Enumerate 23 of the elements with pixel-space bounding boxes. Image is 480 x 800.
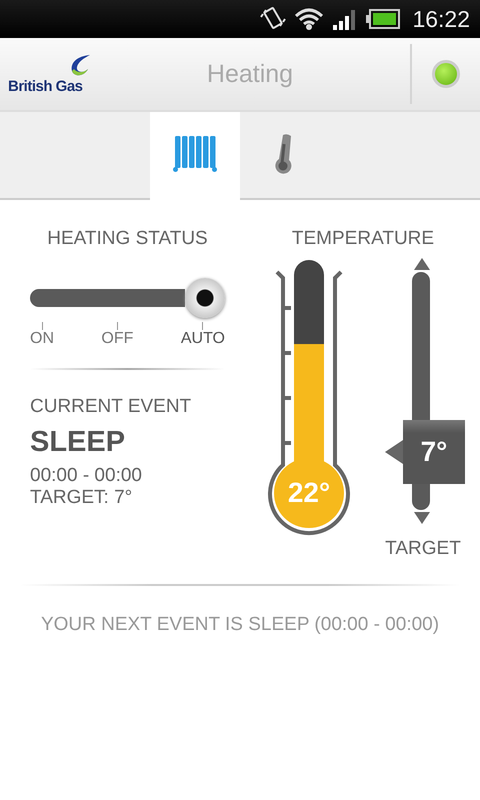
- clock-time: 16:22: [412, 6, 470, 32]
- target-label: TARGET: [385, 538, 461, 560]
- event-time: 00:00 - 00:00: [30, 465, 143, 487]
- event-heading: CURRENT EVENT: [30, 396, 192, 418]
- event-name: SLEEP: [30, 426, 126, 459]
- section-title: TEMPERATURE: [290, 228, 436, 250]
- brand-logo-text: British Gas: [8, 78, 83, 94]
- section-title: HEATING STATUS: [46, 228, 209, 250]
- screen-title: Heating: [206, 60, 294, 88]
- event-target: TARGET: 7°: [30, 487, 134, 509]
- battery-icon: [366, 9, 400, 29]
- option-label[interactable]: OFF: [101, 330, 134, 348]
- next-event-text: YOUR NEXT EVENT IS SLEEP (00:00 - 00:00): [40, 614, 440, 636]
- vibrate-icon: [260, 6, 286, 32]
- tab[interactable]: [240, 112, 330, 200]
- slider-thumb[interactable]: [185, 278, 225, 318]
- slider-track: [412, 484, 430, 510]
- wifi-icon: [294, 7, 324, 31]
- up-arrow-icon[interactable]: [414, 258, 430, 270]
- temperature-reading: 22°: [286, 477, 332, 509]
- down-arrow-icon[interactable]: [414, 512, 430, 524]
- option-label[interactable]: ON: [30, 330, 54, 348]
- option-label[interactable]: AUTO: [180, 330, 225, 348]
